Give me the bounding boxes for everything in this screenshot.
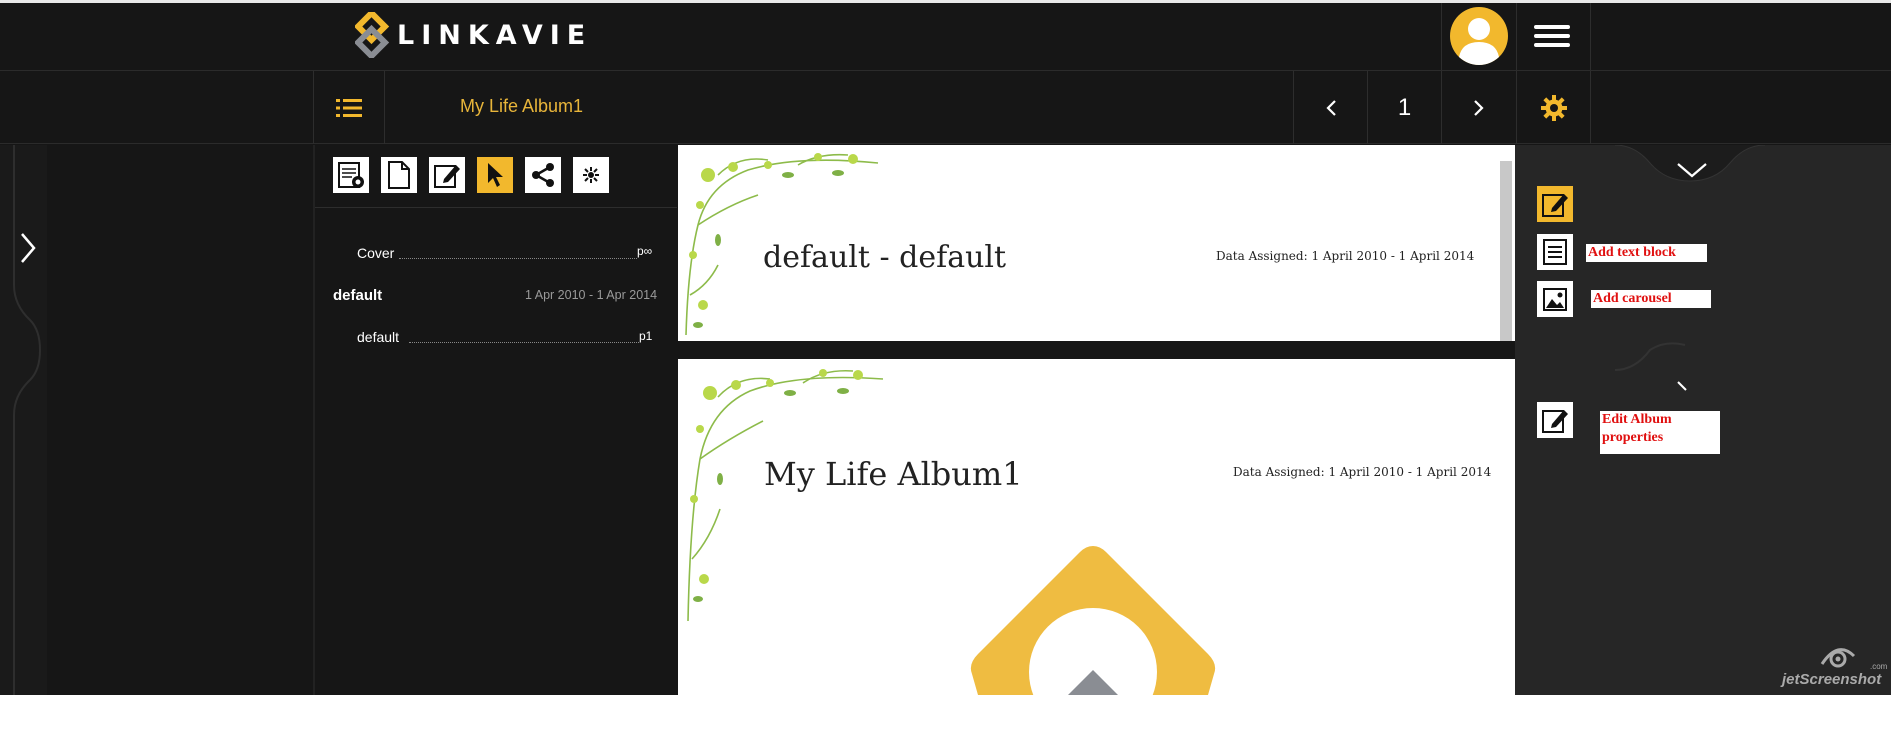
app-window: LINKAVIE My Life Album1 1 Cover p∞ defau…: [0, 0, 1891, 695]
tool-album-settings[interactable]: [333, 157, 369, 193]
cover-dates: Data Assigned: 1 April 2010 - 1 April 20…: [1233, 465, 1492, 479]
album-settings-icon: [338, 162, 364, 188]
toc-item-label: default: [357, 329, 400, 345]
brand-name: LINKAVIE: [397, 20, 593, 51]
tool-new-page[interactable]: [381, 157, 417, 193]
plugin-icon: [583, 167, 599, 183]
toolbar-divider: [315, 207, 677, 208]
toc-section-label: default: [333, 287, 383, 304]
watermark-suffix: .com: [1870, 662, 1888, 671]
page-dates: Data Assigned: 1 April 2010 - 1 April 20…: [1216, 249, 1475, 263]
page-preview-1[interactable]: default - default Data Assigned: 1 April…: [678, 145, 1515, 341]
leader-dots: [399, 258, 637, 259]
tool-share[interactable]: [525, 157, 561, 193]
album-toolbar: [0, 71, 1891, 144]
top-bar: [0, 0, 1891, 71]
text-block-icon: [1543, 239, 1567, 265]
leader-dots: [409, 342, 639, 343]
eye-logo-icon: [1820, 648, 1856, 668]
edit-album-properties-button[interactable]: [1537, 402, 1573, 438]
add-carousel-button[interactable]: [1537, 281, 1573, 317]
edit-icon: [1542, 194, 1568, 217]
expand-sidebar-button[interactable]: [14, 228, 44, 268]
list-icon: [336, 98, 362, 117]
user-avatar-button[interactable]: [1441, 3, 1517, 70]
add-carousel-tooltip: Add carousel: [1591, 290, 1711, 308]
image-icon: [1543, 288, 1567, 311]
add-text-block-tooltip: Add text block: [1586, 244, 1707, 262]
hamburger-icon: [1534, 25, 1570, 47]
floral-decoration: [687, 369, 884, 622]
page-scrollbar[interactable]: [1500, 161, 1512, 341]
edit-album-properties-tooltip: Edit Album properties: [1600, 411, 1720, 454]
page-preview-2[interactable]: My Life Album1 Data Assigned: 1 April 20…: [678, 359, 1515, 695]
edit-page-button[interactable]: [1537, 186, 1573, 222]
avatar-icon: [1450, 7, 1508, 65]
share-icon: [532, 163, 554, 187]
page-number: 1: [1397, 93, 1412, 121]
toc-section-default[interactable]: default 1 Apr 2010 - 1 Apr 2014: [315, 285, 677, 309]
toc-section-dates: 1 Apr 2010 - 1 Apr 2014: [525, 288, 658, 302]
toc-panel: Cover p∞ default 1 Apr 2010 - 1 Apr 2014…: [313, 145, 677, 695]
chevron-right-icon: [1474, 99, 1484, 116]
jetscreenshot-watermark: jetScreenshot .com: [1782, 642, 1891, 692]
prev-page-button[interactable]: [1293, 71, 1367, 144]
page-icon: [388, 161, 410, 189]
tool-plugin[interactable]: [573, 157, 609, 193]
expand-section-button[interactable]: [1674, 378, 1698, 396]
collapse-panel-button[interactable]: [1674, 158, 1710, 184]
next-page-button[interactable]: [1441, 71, 1516, 144]
album-title: My Life Album1: [460, 96, 584, 116]
chevron-right-icon: [21, 233, 36, 263]
linkavie-cover-logo: [970, 546, 1216, 695]
chevron-left-icon: [1325, 99, 1336, 116]
chevron-down-icon: [1677, 163, 1707, 178]
toc-page-ref: p1: [639, 329, 653, 343]
gear-icon: [1540, 94, 1567, 121]
edit-icon: [1542, 410, 1568, 433]
add-text-block-button[interactable]: [1537, 234, 1573, 270]
page-number-display: 1: [1367, 71, 1441, 144]
settings-button[interactable]: [1516, 71, 1591, 144]
chevron-icon: [1677, 381, 1687, 391]
main-menu-button[interactable]: [1516, 3, 1591, 70]
brand-logo[interactable]: [353, 8, 391, 61]
tool-edit[interactable]: [429, 157, 465, 193]
toc-page-ref: p∞: [637, 244, 653, 258]
logo-icon: [353, 8, 390, 61]
toc-item-cover[interactable]: Cover p∞: [315, 243, 677, 267]
cover-title: My Life Album1: [764, 455, 1023, 493]
page-title: default - default: [763, 240, 1007, 275]
pointer-icon: [488, 163, 503, 187]
watermark-text: jetScreenshot: [1782, 671, 1882, 688]
toc-item-default[interactable]: default p1: [315, 327, 677, 351]
toc-toggle-button[interactable]: [313, 71, 385, 144]
tool-select[interactable]: [477, 157, 513, 193]
edit-icon: [434, 165, 460, 188]
toc-item-label: Cover: [357, 245, 395, 261]
